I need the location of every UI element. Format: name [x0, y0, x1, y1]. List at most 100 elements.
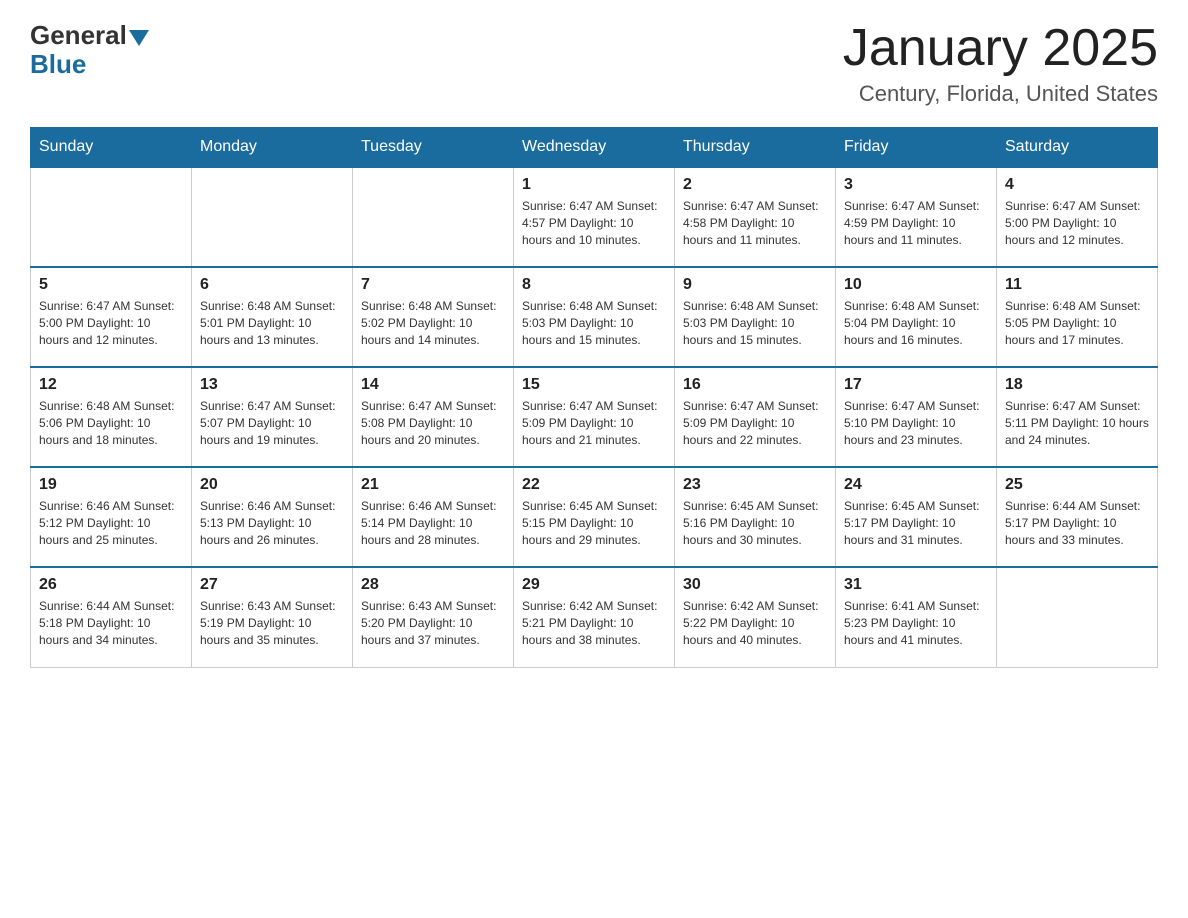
day-number: 29: [522, 576, 666, 594]
day-info: Sunrise: 6:48 AM Sunset: 5:03 PM Dayligh…: [522, 298, 666, 348]
location: Century, Florida, United States: [843, 81, 1158, 107]
calendar-cell: 15 Sunrise: 6:47 AM Sunset: 5:09 PM Dayli…: [514, 367, 675, 467]
month-title: January 2025: [843, 20, 1158, 77]
calendar-cell: 21 Sunrise: 6:46 AM Sunset: 5:14 PM Dayli…: [353, 467, 514, 567]
calendar-cell: 13Sunrise: 6:47 AM Sunset: 5:07 PM Dayli…: [192, 367, 353, 467]
day-number: 9: [683, 276, 827, 294]
page-header: General Blue January 2025 Century, Flori…: [30, 20, 1158, 107]
day-header-sunday: Sunday: [31, 128, 192, 168]
day-number: 18: [1005, 376, 1149, 394]
calendar-cell: 10 Sunrise: 6:48 AM Sunset: 5:04 PM Dayli…: [836, 267, 997, 367]
calendar-week-row: 26 Sunrise: 6:44 AM Sunset: 5:18 PM Dayli…: [31, 567, 1158, 667]
day-info: Sunrise: 6:48 AM Sunset: 5:02 PM Dayligh…: [361, 298, 505, 348]
day-number: 16: [683, 376, 827, 394]
day-number: 13: [200, 376, 344, 394]
day-number: 8: [522, 276, 666, 294]
calendar-cell: 24 Sunrise: 6:45 AM Sunset: 5:17 PM Dayli…: [836, 467, 997, 567]
day-number: 10: [844, 276, 988, 294]
day-number: 28: [361, 576, 505, 594]
day-number: 25: [1005, 476, 1149, 494]
day-number: 21: [361, 476, 505, 494]
calendar-cell: 26 Sunrise: 6:44 AM Sunset: 5:18 PM Dayli…: [31, 567, 192, 667]
calendar-cell: 22 Sunrise: 6:45 AM Sunset: 5:15 PM Dayli…: [514, 467, 675, 567]
logo-general-text: General: [30, 20, 127, 51]
day-info: Sunrise: 6:47 AM Sunset: 4:57 PM Dayligh…: [522, 198, 666, 248]
calendar-cell: 29 Sunrise: 6:42 AM Sunset: 5:21 PM Dayli…: [514, 567, 675, 667]
logo: General Blue: [30, 20, 149, 80]
day-info: Sunrise: 6:45 AM Sunset: 5:16 PM Dayligh…: [683, 498, 827, 548]
day-info: Sunrise: 6:45 AM Sunset: 5:17 PM Dayligh…: [844, 498, 988, 548]
calendar-cell: 4Sunrise: 6:47 AM Sunset: 5:00 PM Daylig…: [997, 167, 1158, 267]
day-info: Sunrise: 6:48 AM Sunset: 5:01 PM Dayligh…: [200, 298, 344, 348]
day-info: Sunrise: 6:48 AM Sunset: 5:06 PM Dayligh…: [39, 398, 183, 448]
logo-blue-text: Blue: [30, 49, 86, 80]
calendar-cell: 18 Sunrise: 6:47 AM Sunset: 5:11 PM Dayli…: [997, 367, 1158, 467]
calendar-header-row: SundayMondayTuesdayWednesdayThursdayFrid…: [31, 128, 1158, 168]
day-info: Sunrise: 6:47 AM Sunset: 5:00 PM Dayligh…: [39, 298, 183, 348]
calendar-week-row: 5 Sunrise: 6:47 AM Sunset: 5:00 PM Daylig…: [31, 267, 1158, 367]
day-number: 12: [39, 376, 183, 394]
calendar-cell: 5 Sunrise: 6:47 AM Sunset: 5:00 PM Daylig…: [31, 267, 192, 367]
day-info: Sunrise: 6:48 AM Sunset: 5:04 PM Dayligh…: [844, 298, 988, 348]
day-info: Sunrise: 6:43 AM Sunset: 5:20 PM Dayligh…: [361, 598, 505, 648]
day-number: 20: [200, 476, 344, 494]
calendar-cell: 8 Sunrise: 6:48 AM Sunset: 5:03 PM Daylig…: [514, 267, 675, 367]
day-header-saturday: Saturday: [997, 128, 1158, 168]
day-header-thursday: Thursday: [675, 128, 836, 168]
day-info: Sunrise: 6:47 AM Sunset: 5:09 PM Dayligh…: [522, 398, 666, 448]
day-number: 6: [200, 276, 344, 294]
day-number: 5: [39, 276, 183, 294]
day-info: Sunrise: 6:44 AM Sunset: 5:18 PM Dayligh…: [39, 598, 183, 648]
day-info: Sunrise: 6:42 AM Sunset: 5:22 PM Dayligh…: [683, 598, 827, 648]
calendar-cell: 17 Sunrise: 6:47 AM Sunset: 5:10 PM Dayli…: [836, 367, 997, 467]
day-info: Sunrise: 6:46 AM Sunset: 5:12 PM Dayligh…: [39, 498, 183, 548]
day-info: Sunrise: 6:46 AM Sunset: 5:13 PM Dayligh…: [200, 498, 344, 548]
day-info: Sunrise: 6:47 AM Sunset: 5:00 PM Dayligh…: [1005, 198, 1149, 248]
title-section: January 2025 Century, Florida, United St…: [843, 20, 1158, 107]
day-number: 26: [39, 576, 183, 594]
day-info: Sunrise: 6:47 AM Sunset: 5:11 PM Dayligh…: [1005, 398, 1149, 448]
day-info: Sunrise: 6:47 AM Sunset: 5:10 PM Dayligh…: [844, 398, 988, 448]
day-number: 30: [683, 576, 827, 594]
day-number: 27: [200, 576, 344, 594]
day-info: Sunrise: 6:47 AM Sunset: 4:58 PM Dayligh…: [683, 198, 827, 248]
calendar-week-row: 12 Sunrise: 6:48 AM Sunset: 5:06 PM Dayli…: [31, 367, 1158, 467]
calendar-cell: 2Sunrise: 6:47 AM Sunset: 4:58 PM Daylig…: [675, 167, 836, 267]
day-number: 15: [522, 376, 666, 394]
calendar-cell: 6 Sunrise: 6:48 AM Sunset: 5:01 PM Daylig…: [192, 267, 353, 367]
day-number: 1: [522, 176, 666, 194]
calendar-cell: [192, 167, 353, 267]
calendar-cell: 12 Sunrise: 6:48 AM Sunset: 5:06 PM Dayli…: [31, 367, 192, 467]
day-number: 19: [39, 476, 183, 494]
day-info: Sunrise: 6:42 AM Sunset: 5:21 PM Dayligh…: [522, 598, 666, 648]
day-number: 11: [1005, 276, 1149, 294]
day-number: 17: [844, 376, 988, 394]
day-header-monday: Monday: [192, 128, 353, 168]
calendar-cell: 19 Sunrise: 6:46 AM Sunset: 5:12 PM Dayli…: [31, 467, 192, 567]
calendar-cell: 31Sunrise: 6:41 AM Sunset: 5:23 PM Dayli…: [836, 567, 997, 667]
day-info: Sunrise: 6:44 AM Sunset: 5:17 PM Dayligh…: [1005, 498, 1149, 548]
day-info: Sunrise: 6:45 AM Sunset: 5:15 PM Dayligh…: [522, 498, 666, 548]
calendar-cell: 16Sunrise: 6:47 AM Sunset: 5:09 PM Dayli…: [675, 367, 836, 467]
day-number: 24: [844, 476, 988, 494]
day-number: 7: [361, 276, 505, 294]
day-number: 14: [361, 376, 505, 394]
calendar-cell: 14 Sunrise: 6:47 AM Sunset: 5:08 PM Dayli…: [353, 367, 514, 467]
calendar-cell: 28 Sunrise: 6:43 AM Sunset: 5:20 PM Dayli…: [353, 567, 514, 667]
calendar-cell: 30 Sunrise: 6:42 AM Sunset: 5:22 PM Dayli…: [675, 567, 836, 667]
calendar-table: SundayMondayTuesdayWednesdayThursdayFrid…: [30, 127, 1158, 668]
calendar-week-row: 19 Sunrise: 6:46 AM Sunset: 5:12 PM Dayli…: [31, 467, 1158, 567]
day-header-tuesday: Tuesday: [353, 128, 514, 168]
calendar-cell: 7 Sunrise: 6:48 AM Sunset: 5:02 PM Daylig…: [353, 267, 514, 367]
calendar-cell: [31, 167, 192, 267]
calendar-cell: [997, 567, 1158, 667]
day-info: Sunrise: 6:46 AM Sunset: 5:14 PM Dayligh…: [361, 498, 505, 548]
day-info: Sunrise: 6:47 AM Sunset: 4:59 PM Dayligh…: [844, 198, 988, 248]
day-info: Sunrise: 6:41 AM Sunset: 5:23 PM Dayligh…: [844, 598, 988, 648]
calendar-cell: 3Sunrise: 6:47 AM Sunset: 4:59 PM Daylig…: [836, 167, 997, 267]
day-info: Sunrise: 6:48 AM Sunset: 5:03 PM Dayligh…: [683, 298, 827, 348]
day-info: Sunrise: 6:43 AM Sunset: 5:19 PM Dayligh…: [200, 598, 344, 648]
day-number: 22: [522, 476, 666, 494]
logo-triangle-icon: [129, 30, 149, 46]
day-info: Sunrise: 6:47 AM Sunset: 5:08 PM Dayligh…: [361, 398, 505, 448]
